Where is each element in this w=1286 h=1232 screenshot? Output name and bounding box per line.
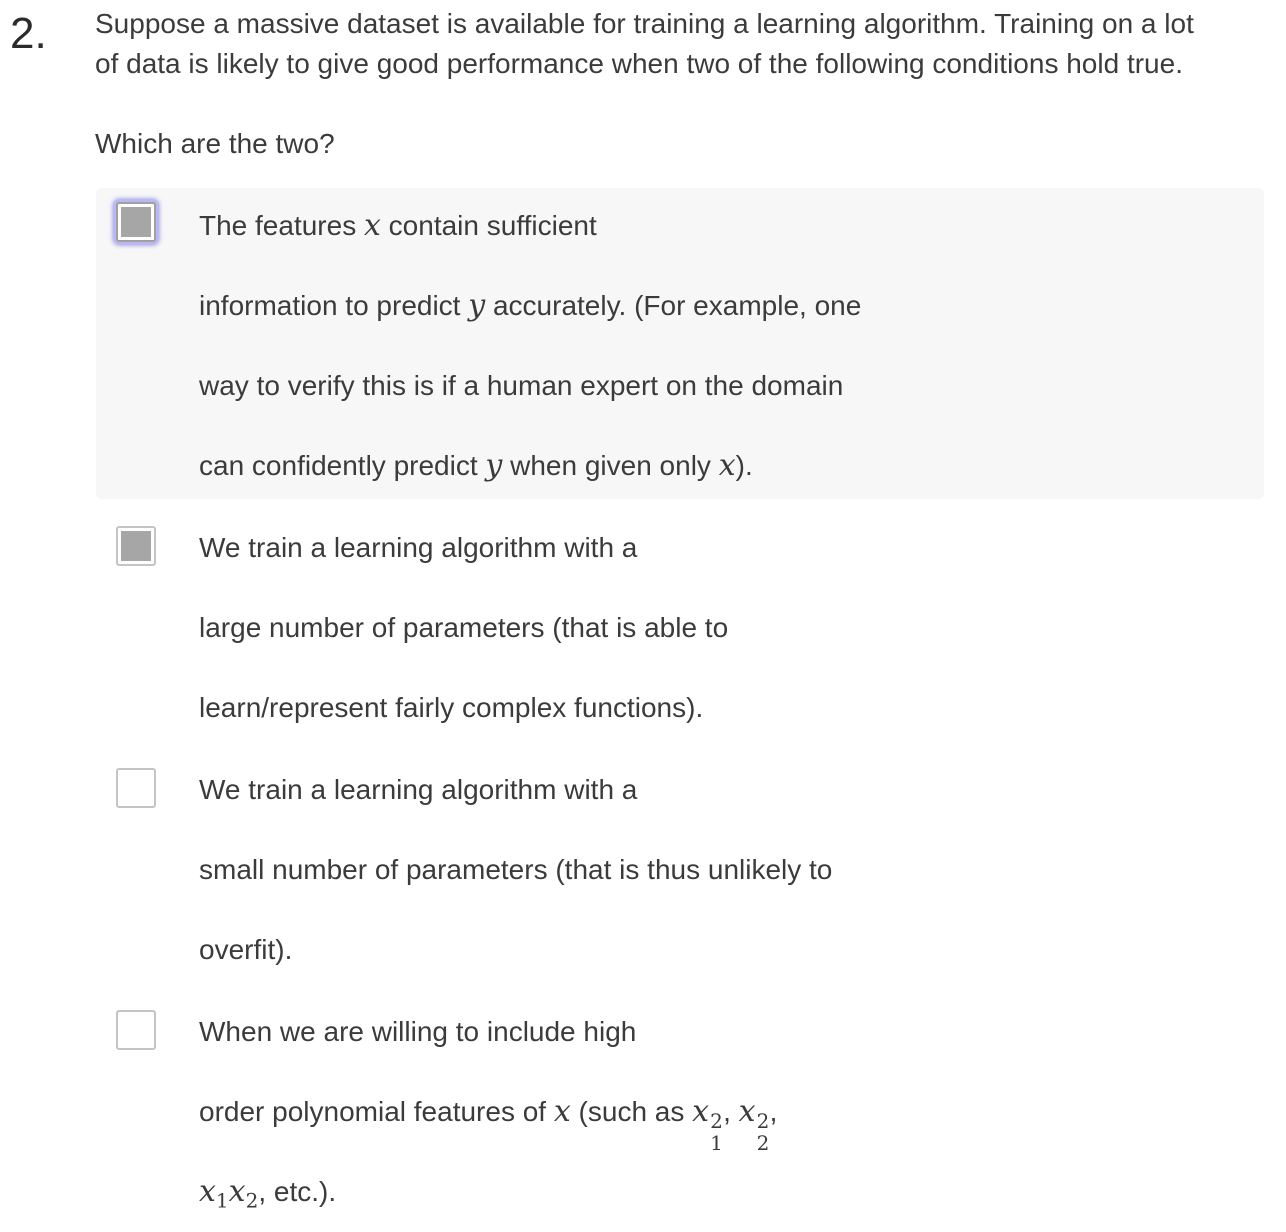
- math-var: x: [363, 208, 381, 243]
- math-var: x: [199, 1174, 216, 1209]
- question-number: 2.: [10, 9, 47, 58]
- text-line: We train a learning algorithm with a: [199, 774, 638, 805]
- prompt-line-1: Suppose a massive dataset is available f…: [95, 8, 1194, 39]
- text-fragment: information to predict: [199, 290, 469, 321]
- subscript: 1: [710, 1131, 723, 1155]
- text-fragment: ,: [723, 1096, 739, 1127]
- sup-sub: 22: [756, 1109, 770, 1155]
- question-prompt: Suppose a massive dataset is available f…: [95, 4, 1275, 84]
- text-line: When we are willing to include high: [199, 1016, 637, 1047]
- math-var: x: [692, 1094, 710, 1129]
- text-fragment: can confidently predict: [199, 450, 486, 481]
- option-4-text: When we are willing to include high orde…: [199, 992, 777, 1232]
- text-line: overfit).: [199, 934, 293, 965]
- text-line: We train a learning algorithm with a: [199, 532, 638, 563]
- checkbox-fill: [121, 207, 151, 237]
- text-line: large number of parameters (that is able…: [199, 612, 729, 643]
- text-fragment: , etc.).: [258, 1176, 337, 1207]
- option-3-checkbox[interactable]: [116, 768, 156, 808]
- text-fragment: ,: [769, 1096, 778, 1127]
- math-var: x: [738, 1094, 756, 1129]
- math-var: x: [553, 1094, 571, 1129]
- sub-prompt: Which are the two?: [95, 128, 335, 159]
- text-fragment: accurately. (For example, one: [485, 290, 862, 321]
- prompt-line-2: of data is likely to give good performan…: [95, 48, 1183, 79]
- subscript: 2: [245, 1188, 259, 1213]
- math-var: x: [718, 448, 736, 483]
- text-line: learn/represent fairly complex functions…: [199, 692, 704, 723]
- option-1-checkbox[interactable]: [116, 202, 156, 242]
- text-fragment: ).: [735, 450, 753, 481]
- math-var: y: [485, 448, 503, 483]
- option-4[interactable]: When we are willing to include high orde…: [96, 996, 1264, 1228]
- option-1[interactable]: The features x contain sufficient inform…: [96, 188, 1264, 499]
- text-line: way to verify this is if a human expert …: [199, 370, 844, 401]
- text-fragment: (such as: [570, 1096, 693, 1127]
- subscript: 2: [756, 1131, 770, 1155]
- math-var: y: [468, 288, 486, 323]
- text-fragment: contain sufficient: [380, 210, 597, 241]
- text-line: small number of parameters (that is thus…: [199, 854, 833, 885]
- text-fragment: The features: [199, 210, 364, 241]
- math-var: x: [228, 1174, 246, 1209]
- sup-sub: 21: [709, 1109, 723, 1155]
- option-2-checkbox[interactable]: [116, 526, 156, 566]
- subscript: 1: [215, 1188, 229, 1213]
- text-fragment: order polynomial features of: [199, 1096, 554, 1127]
- option-1-text: The features x contain sufficient inform…: [199, 186, 861, 506]
- text-fragment: when given only: [502, 450, 719, 481]
- option-2[interactable]: We train a learning algorithm with a lar…: [96, 512, 1264, 752]
- checkbox-fill: [121, 531, 151, 561]
- option-4-checkbox[interactable]: [116, 1010, 156, 1050]
- option-2-text: We train a learning algorithm with a lar…: [199, 508, 728, 748]
- option-3-text: We train a learning algorithm with a sma…: [199, 750, 832, 990]
- option-3[interactable]: We train a learning algorithm with a sma…: [96, 754, 1264, 994]
